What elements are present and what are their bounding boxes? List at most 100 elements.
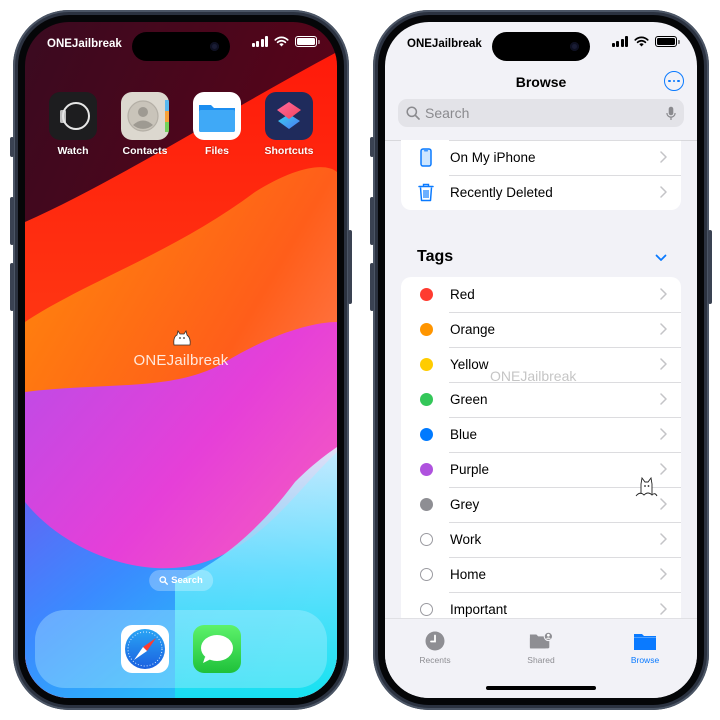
tag-row-blue[interactable]: Blue — [401, 417, 681, 452]
ellipsis-dot — [672, 79, 676, 83]
tag-color-dot-icon — [419, 498, 433, 511]
tag-row-orange[interactable]: Orange — [401, 312, 681, 347]
tag-color-dot-icon — [419, 393, 433, 406]
more-options-button[interactable] — [664, 71, 684, 91]
volume-down-button — [10, 263, 14, 311]
messages-app-icon[interactable] — [193, 625, 241, 673]
shortcuts-app-icon — [265, 92, 313, 140]
row-divider — [449, 557, 681, 558]
wifi-icon — [634, 36, 649, 47]
chevron-down-icon[interactable] — [655, 254, 667, 262]
tag-color-dot-icon — [419, 288, 433, 301]
cat-mascot-icon — [635, 476, 658, 497]
cat-mascot-icon — [173, 330, 191, 346]
tag-color-dot-icon — [419, 358, 433, 371]
tag-empty-circle-icon — [419, 603, 433, 616]
app-contacts[interactable]: Contacts — [115, 92, 175, 157]
chevron-right-icon — [660, 498, 667, 510]
chevron-right-icon — [660, 323, 667, 335]
magnifier-icon — [159, 576, 168, 585]
watermark: ONEJailbreak — [133, 352, 229, 369]
volume-down-button — [370, 263, 374, 311]
location-row-recently-deleted[interactable]: Recently Deleted — [401, 175, 681, 210]
app-grid: Watch Contacts Files Shortcuts — [43, 92, 319, 157]
tag-color-dot-icon — [419, 463, 433, 476]
dock — [35, 610, 327, 688]
tag-row-green[interactable]: Green — [401, 382, 681, 417]
tag-row-home[interactable]: Home — [401, 557, 681, 592]
cellular-signal-icon — [611, 36, 628, 47]
tag-empty-circle-icon — [419, 533, 433, 546]
chevron-right-icon — [660, 186, 667, 198]
wifi-icon — [274, 36, 289, 47]
row-divider — [449, 417, 681, 418]
shared-folder-icon — [529, 631, 553, 649]
tab-recents[interactable]: Recents — [395, 631, 475, 665]
tag-empty-circle-icon — [419, 568, 433, 581]
volume-up-button — [10, 197, 14, 245]
dynamic-island — [492, 32, 590, 61]
watch-app-icon — [49, 92, 97, 140]
tag-row-work[interactable]: Work — [401, 522, 681, 557]
tag-color-dot-icon — [419, 323, 433, 336]
chevron-right-icon — [660, 568, 667, 580]
row-label: Green — [450, 392, 488, 407]
search-input[interactable]: Search — [398, 99, 684, 127]
front-camera — [570, 42, 579, 51]
app-watch[interactable]: Watch — [43, 92, 103, 157]
left-phone-frame: ONEJailbreak Watch Contacts Files Shortc… — [10, 10, 352, 710]
row-label: Grey — [450, 497, 480, 512]
tab-label: Shared — [527, 655, 555, 665]
tag-row-red[interactable]: Red — [401, 277, 681, 312]
row-divider — [449, 347, 681, 348]
contacts-app-icon — [121, 92, 169, 140]
chevron-right-icon — [660, 358, 667, 370]
battery-icon — [295, 36, 320, 47]
app-label: Files — [205, 145, 229, 157]
location-row-on-my-iphone[interactable]: On My iPhone — [401, 140, 681, 175]
folder-icon — [634, 633, 656, 650]
action-button — [10, 137, 14, 157]
app-label: Contacts — [122, 145, 168, 157]
front-camera — [210, 42, 219, 51]
tab-label: Browse — [630, 655, 660, 665]
battery-icon — [655, 36, 680, 47]
home-indicator[interactable] — [486, 686, 596, 690]
tags-section-header[interactable]: Tags — [417, 248, 453, 266]
row-label: Work — [450, 532, 482, 547]
page-title: Browse — [515, 74, 567, 90]
row-label: Orange — [450, 322, 496, 337]
row-divider — [449, 452, 681, 453]
app-files[interactable]: Files — [187, 92, 247, 157]
chevron-right-icon — [660, 393, 667, 405]
search-icon — [406, 106, 420, 120]
home-screen: ONEJailbreak Watch Contacts Files Shortc… — [25, 22, 337, 698]
row-label: Recently Deleted — [450, 185, 553, 200]
power-button — [708, 230, 712, 304]
ellipsis-dot — [668, 79, 671, 83]
carrier-label: ONEJailbreak — [407, 38, 482, 50]
app-shortcuts[interactable]: Shortcuts — [259, 92, 319, 157]
action-button — [370, 137, 374, 157]
tag-color-dot-icon — [419, 428, 433, 441]
files-app-icon — [193, 92, 241, 140]
microphone-icon[interactable] — [666, 106, 676, 121]
tags-list: Red Orange Yellow Green Blue Purple Grey Work Ho… — [401, 277, 681, 627]
chevron-right-icon — [660, 288, 667, 300]
spotlight-search-pill[interactable]: Search — [149, 570, 213, 591]
tab-browse[interactable]: Browse — [605, 631, 685, 665]
row-label: Red — [450, 287, 475, 302]
row-label: On My iPhone — [450, 150, 536, 165]
safari-app-icon[interactable] — [121, 625, 169, 673]
row-label: Purple — [450, 462, 490, 477]
row-divider — [449, 522, 681, 523]
ellipsis-dot — [677, 79, 680, 83]
row-divider — [449, 592, 681, 593]
row-label: Home — [450, 567, 487, 582]
clock-icon — [425, 631, 445, 651]
row-label: Important — [450, 602, 508, 617]
files-browse-screen: ONEJailbreak Browse Search On My iPhone … — [385, 22, 697, 698]
app-label: Shortcuts — [264, 145, 314, 157]
tab-label: Recents — [419, 655, 451, 665]
tab-shared[interactable]: Shared — [501, 631, 581, 665]
